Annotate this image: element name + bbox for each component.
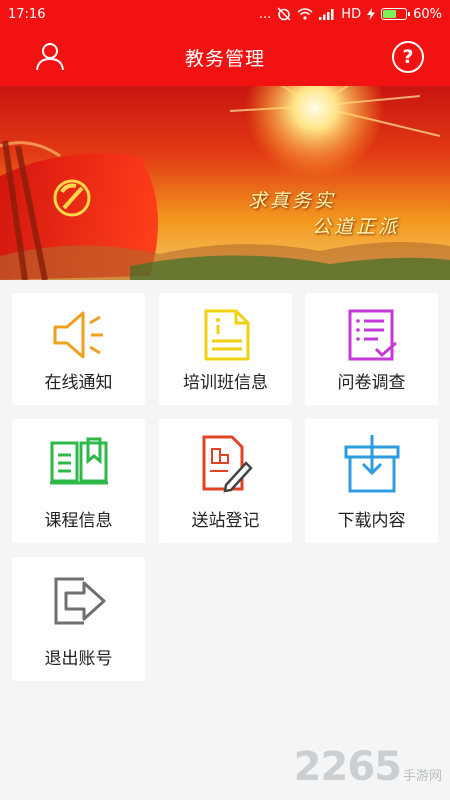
tile-label: 送站登记 [191,511,260,531]
training-class-info-tile[interactable]: 培训班信息 [159,293,292,405]
alarm-off-icon [277,7,291,21]
survey-tile[interactable]: 问卷调查 [305,293,438,405]
watermark: 2265 手游网 [294,744,442,790]
user-icon [36,43,64,71]
tile-label: 退出账号 [44,649,113,669]
logout-icon [54,577,105,625]
registration-form-icon [202,435,253,493]
survey-checklist-icon [348,309,397,361]
status-dots: ... [258,6,272,22]
tile-label: 培训班信息 [183,373,268,393]
watermark-number: 2265 [293,744,402,790]
tile-label: 下载内容 [337,511,406,531]
charging-icon [367,8,376,20]
document-info-icon [204,309,249,361]
battery-level [383,10,397,18]
banner-slogan-line1: 求真务实 [248,190,337,212]
network-type: HD [341,6,362,22]
tile-label: 在线通知 [44,373,113,393]
status-time: 17:16 [8,6,46,22]
megaphone-icon [53,311,103,359]
user-profile-button[interactable] [34,40,66,72]
banner-artwork [0,86,450,280]
tile-label: 问卷调查 [337,373,406,393]
battery-percent: 60% [413,6,442,22]
station-registration-tile[interactable]: 送站登记 [159,419,292,543]
course-info-tile[interactable]: 课程信息 [12,419,145,543]
wifi-icon [297,8,313,20]
tile-label: 课程信息 [44,511,113,531]
online-notice-tile[interactable]: 在线通知 [12,293,145,405]
help-button[interactable]: ? [392,41,424,73]
help-icon: ? [402,46,414,68]
watermark-suffix: 手游网 [402,769,442,784]
logout-tile[interactable]: 退出账号 [12,557,145,681]
page-title: 教务管理 [184,47,265,70]
banner-slogan-line2: 公道正派 [312,216,401,238]
download-box-icon [344,435,399,493]
app-header: 教务管理 ? [0,28,450,86]
signal-icon [319,9,334,20]
banner-image: 求真务实 公道正派 [0,86,450,280]
battery-icon [381,8,411,20]
open-book-icon [49,437,108,485]
download-content-tile[interactable]: 下载内容 [305,419,438,543]
status-bar: 17:16 ... HD 60% [0,0,450,28]
status-indicators: ... HD 60% [259,7,442,22]
